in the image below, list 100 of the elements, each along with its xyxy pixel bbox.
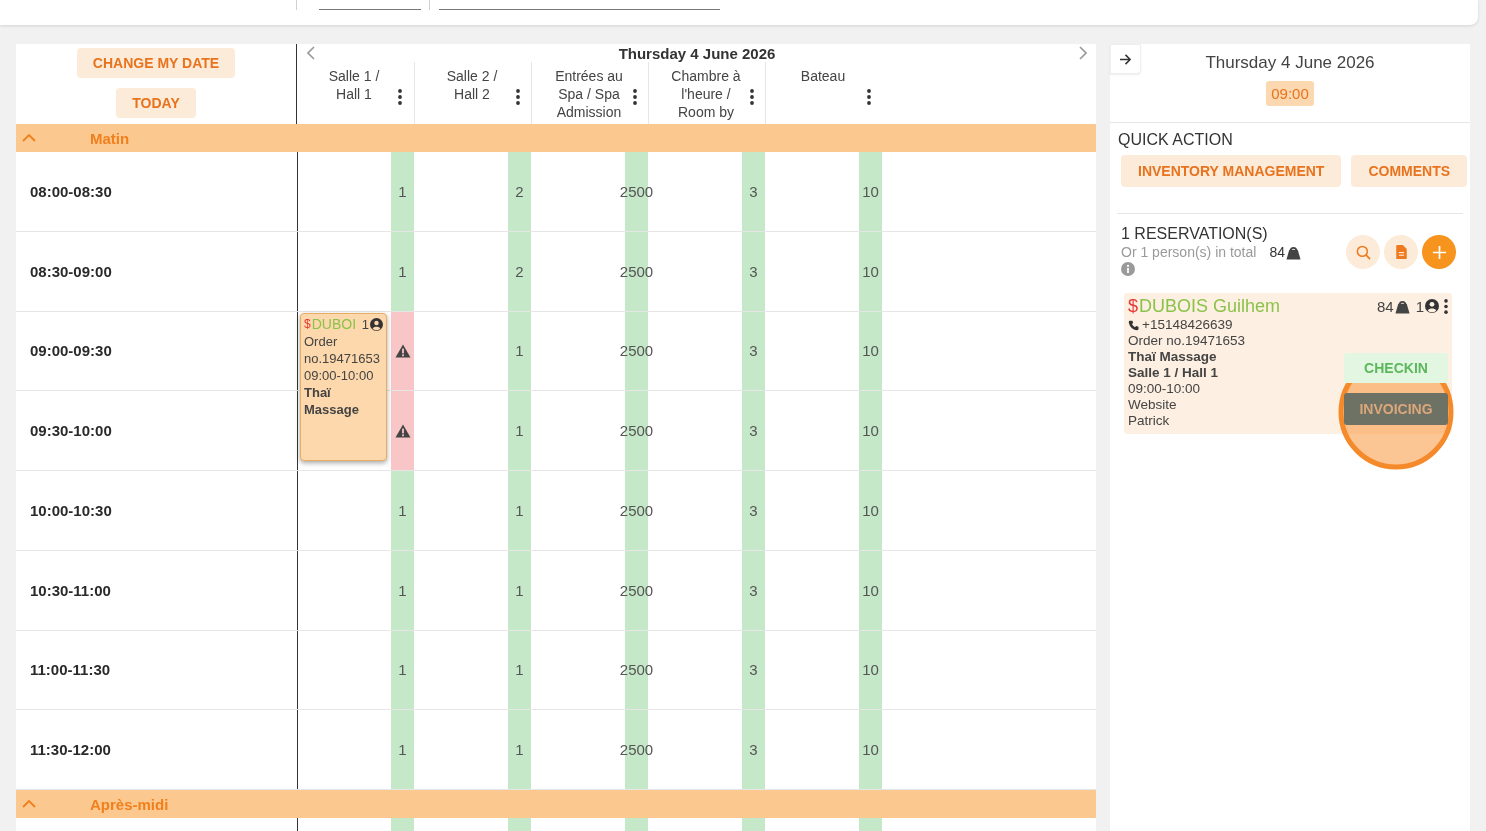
availability-strip[interactable]: 3 <box>742 471 765 550</box>
time-label: 09:00-09:30 <box>30 342 112 360</box>
availability-strip[interactable]: 10 <box>859 471 882 550</box>
more-icon[interactable] <box>633 88 637 105</box>
time-range: 09:00-10:00 <box>304 366 375 384</box>
availability-count: 2500 <box>619 422 654 440</box>
person-count: 1 <box>1415 297 1424 315</box>
warning-icon <box>394 343 411 358</box>
availability-strip[interactable]: 1 <box>391 550 414 630</box>
availability-count: 3 <box>749 342 758 360</box>
selected-time: 09:00 <box>1266 81 1314 106</box>
search-button[interactable] <box>1346 235 1380 269</box>
availability-strip[interactable]: 1 <box>391 710 414 789</box>
time-label: 10:00-10:30 <box>30 501 112 519</box>
bag-icon <box>1394 298 1410 314</box>
time-label: 08:30-09:00 <box>30 262 112 280</box>
service-name: Thaï Massage <box>1128 349 1218 365</box>
price-mark: $ <box>1128 295 1138 317</box>
document-icon <box>1395 245 1407 259</box>
availability-strip[interactable]: 3 <box>742 630 765 710</box>
info-icon[interactable] <box>1121 262 1135 276</box>
availability-strip[interactable]: 10 <box>859 550 882 630</box>
guest-name: DUBOIS Guilhem <box>1139 295 1281 317</box>
availability-strip[interactable]: 1 <box>391 471 414 550</box>
availability-count: 10 <box>862 501 879 519</box>
collapse-button[interactable] <box>1110 44 1141 74</box>
persons-total: Or 1 person(s) in total <box>1121 244 1257 260</box>
availability-strip[interactable]: 3 <box>742 152 765 231</box>
date-title: Thursday 4 June 2026 <box>618 44 776 62</box>
availability-strip[interactable]: 3 <box>742 710 765 789</box>
more-icon[interactable] <box>867 88 871 105</box>
availability-strip[interactable]: 3 <box>742 550 765 630</box>
availability-strip[interactable]: 3 <box>742 311 765 391</box>
availability-strip[interactable]: 10 <box>859 311 882 391</box>
availability-count: 1 <box>398 581 407 599</box>
availability-strip[interactable]: 2 <box>508 231 531 311</box>
availability-count: 1 <box>515 422 524 440</box>
chevron-right-icon[interactable] <box>1079 46 1087 60</box>
availability-strip[interactable]: 1 <box>508 311 531 391</box>
availability-count: 2500 <box>619 581 654 599</box>
item-count: 84 <box>1269 244 1285 260</box>
availability-strip[interactable]: 1 <box>391 630 414 710</box>
availability-count: 3 <box>749 262 758 280</box>
time-label: 11:00-11:30 <box>30 661 111 679</box>
availability-strip[interactable]: 10 <box>859 630 882 710</box>
room-name: Salle 1 / Hall 1 <box>1128 365 1220 381</box>
availability-count: 2500 <box>619 342 654 360</box>
availability-count: 1 <box>398 262 407 280</box>
availability-count: 3 <box>749 422 758 440</box>
time-label: 09:30-10:00 <box>30 422 112 440</box>
availability-strip[interactable] <box>391 391 414 470</box>
availability-count: 3 <box>749 501 758 519</box>
availability-count: 1 <box>398 182 407 200</box>
add-button[interactable] <box>1422 235 1456 269</box>
bag-icon <box>1285 244 1301 260</box>
more-icon[interactable] <box>1444 298 1448 314</box>
availability-strip[interactable]: 2 <box>508 152 531 231</box>
availability-count: 10 <box>862 741 879 759</box>
reservation-count: 1 RESERVATION(S) <box>1121 225 1268 243</box>
availability-strip[interactable]: 10 <box>859 391 882 470</box>
availability-strip[interactable]: 3 <box>742 391 765 470</box>
availability-count: 1 <box>515 581 524 599</box>
availability-count: 3 <box>749 182 758 200</box>
phone-number: +15148426639 <box>1142 317 1233 333</box>
price-mark: $ <box>304 315 311 333</box>
availability-strip[interactable] <box>391 311 414 391</box>
booking-source: Website <box>1128 397 1178 413</box>
more-icon[interactable] <box>398 88 402 105</box>
availability-strip[interactable]: 3 <box>742 231 765 311</box>
availability-strip[interactable]: 1 <box>508 550 531 630</box>
chevron-left-icon[interactable] <box>307 46 315 60</box>
booking-card[interactable]: $DUBOI 1 Order no.19471653 09:00-10:00 Thaï Massage <box>300 312 387 461</box>
availability-count: 2500 <box>619 182 654 200</box>
availability-strip[interactable]: 1 <box>391 152 414 231</box>
availability-strip[interactable]: 10 <box>859 152 882 231</box>
more-icon[interactable] <box>750 88 754 105</box>
availability-count: 3 <box>749 581 758 599</box>
availability-strip[interactable]: 1 <box>508 471 531 550</box>
availability-count: 10 <box>862 581 879 599</box>
order-number: Order no.19471653 <box>1128 333 1246 349</box>
column-header: Entrées au Spa / Spa Admission <box>554 67 624 122</box>
person-count: 1 <box>361 315 369 333</box>
time-label: 08:00-08:30 <box>30 182 112 200</box>
document-button[interactable] <box>1384 235 1418 269</box>
availability-strip[interactable]: 1 <box>508 630 531 710</box>
availability-strip[interactable]: 1 <box>508 391 531 470</box>
availability-strip[interactable]: 1 <box>508 710 531 789</box>
availability-count: 2500 <box>619 661 654 679</box>
availability-strip[interactable]: 1 <box>391 231 414 311</box>
availability-count: 1 <box>398 741 407 759</box>
availability-strip[interactable]: 10 <box>859 231 882 311</box>
availability-strip[interactable]: 10 <box>859 710 882 789</box>
phone-icon <box>1128 319 1139 331</box>
search-icon <box>1355 244 1371 260</box>
staff-name: Patrick <box>1128 413 1171 429</box>
arrow-right-icon <box>1119 53 1132 65</box>
column-header: Chambre à l'heure / Room by <box>670 67 742 122</box>
availability-count: 3 <box>749 741 758 759</box>
availability-count: 1 <box>398 661 407 679</box>
more-icon[interactable] <box>516 88 520 105</box>
